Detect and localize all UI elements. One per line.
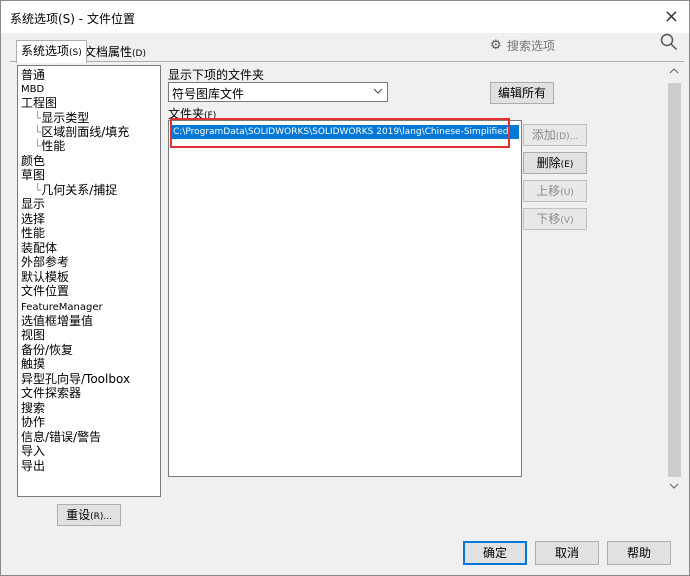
tab-system-options-shortcut: (S) xyxy=(69,48,82,58)
tree-item-display-style[interactable]: └显示类型 xyxy=(34,111,89,125)
search-input[interactable] xyxy=(505,36,659,56)
tree-item-assemblies[interactable]: 装配体 xyxy=(21,241,57,255)
folder-type-selected-value: 符号图库文件 xyxy=(172,87,245,101)
tab-document-properties-label: 文档属性 xyxy=(84,45,133,59)
close-icon[interactable]: × xyxy=(664,6,679,27)
tab-system-options[interactable]: 系统选项(S) xyxy=(16,40,87,63)
move-up-button-label: 上移 xyxy=(536,184,561,198)
scroll-up-icon[interactable] xyxy=(669,65,679,80)
tree-item-general[interactable]: 普通 xyxy=(21,68,45,82)
tree-item-performance[interactable]: 性能 xyxy=(21,226,45,240)
tree-item-drawing-performance-label: 性能 xyxy=(41,139,66,153)
reset-button[interactable]: 重设(R)... xyxy=(57,504,121,526)
reset-button-label: 重设 xyxy=(66,508,91,522)
search-icon[interactable] xyxy=(660,32,678,56)
scroll-down-icon[interactable] xyxy=(669,480,679,495)
tree-item-default-templates[interactable]: 默认模板 xyxy=(21,270,69,284)
highlight-annotation xyxy=(170,118,510,148)
tree-item-messages-errors-warnings[interactable]: 信息/错误/警告 xyxy=(21,430,101,444)
tree-item-display-style-label: 显示类型 xyxy=(41,111,90,125)
tree-item-hole-wizard-toolbox[interactable]: 异型孔向导/Toolbox xyxy=(21,372,130,386)
tree-item-file-locations[interactable]: 文件位置 xyxy=(21,284,69,298)
tree-item-search[interactable]: 搜索 xyxy=(21,401,45,415)
move-up-button-shortcut: (U) xyxy=(560,188,574,198)
move-down-button-label: 下移 xyxy=(536,212,561,226)
tree-item-touch[interactable]: 触摸 xyxy=(21,357,45,371)
tab-document-properties[interactable]: 文档属性(D) xyxy=(80,43,150,61)
tree-item-file-explorer[interactable]: 文件探索器 xyxy=(21,386,81,400)
tree-item-view[interactable]: 视图 xyxy=(21,328,45,342)
cancel-button[interactable]: 取消 xyxy=(535,541,599,565)
tab-system-options-label: 系统选项 xyxy=(21,44,70,58)
folder-type-select[interactable]: 符号图库文件 xyxy=(168,82,388,102)
tree-item-area-hatch-label: 区域剖面线/填充 xyxy=(41,125,130,139)
move-up-button[interactable]: 上移(U) xyxy=(523,180,587,202)
tree-item-spin-box-increments[interactable]: 选值框增量值 xyxy=(21,314,93,328)
add-button-label: 添加 xyxy=(531,128,556,142)
window-title: 系统选项(S) - 文件位置 xyxy=(10,12,135,26)
tree-item-drawing-performance[interactable]: └性能 xyxy=(34,139,65,153)
show-folders-for-label: 显示下项的文件夹 xyxy=(168,68,265,82)
tree-item-sketch[interactable]: 草图 xyxy=(21,168,45,182)
tree-item-export[interactable]: 导出 xyxy=(21,459,45,473)
tree-item-colors[interactable]: 颜色 xyxy=(21,154,45,168)
title-bar: 系统选项(S) - 文件位置 × xyxy=(1,1,689,33)
tree-item-selection[interactable]: 选择 xyxy=(21,212,45,226)
chevron-down-icon xyxy=(373,84,383,101)
tabs-divider xyxy=(10,61,684,62)
add-button-shortcut: (D)... xyxy=(555,132,579,142)
delete-button-label: 删除 xyxy=(536,156,561,170)
edit-all-button[interactable]: 编辑所有 xyxy=(490,82,554,104)
move-down-button[interactable]: 下移(V) xyxy=(523,208,587,230)
options-tree: 普通 MBD 工程图 └显示类型 └区域剖面线/填充 └性能 颜色 草图 └几何… xyxy=(17,65,161,497)
add-button[interactable]: 添加(D)... xyxy=(523,124,587,146)
help-button[interactable]: 帮助 xyxy=(607,541,671,565)
move-down-button-shortcut: (V) xyxy=(560,216,574,226)
delete-button[interactable]: 删除(E) xyxy=(523,152,587,174)
tree-item-backup-recover[interactable]: 备份/恢复 xyxy=(21,343,73,357)
tree-item-featuremanager[interactable]: FeatureManager xyxy=(21,301,103,315)
folder-list[interactable]: C:\ProgramData\SOLIDWORKS\SOLIDWORKS 201… xyxy=(168,120,522,477)
scrollbar-thumb[interactable] xyxy=(668,83,681,477)
tree-item-drawings[interactable]: 工程图 xyxy=(21,96,57,110)
gear-search-icon: ⚙ xyxy=(490,38,502,53)
tab-document-properties-shortcut: (D) xyxy=(132,49,146,59)
tree-item-relations-snaps[interactable]: └几何关系/捕捉 xyxy=(34,183,117,197)
tree-item-external-references[interactable]: 外部参考 xyxy=(21,255,69,269)
reset-button-shortcut: (R)... xyxy=(90,512,112,522)
tree-item-display[interactable]: 显示 xyxy=(21,197,45,211)
tree-item-mbd[interactable]: MBD xyxy=(21,83,44,97)
tree-item-area-hatch[interactable]: └区域剖面线/填充 xyxy=(34,125,129,139)
ok-button[interactable]: 确定 xyxy=(463,541,527,565)
tree-item-collaboration[interactable]: 协作 xyxy=(21,415,45,429)
tree-item-import[interactable]: 导入 xyxy=(21,444,45,458)
delete-button-shortcut: (E) xyxy=(560,160,574,170)
tree-item-relations-snaps-label: 几何关系/捕捉 xyxy=(41,183,118,197)
vertical-scrollbar[interactable] xyxy=(666,65,683,495)
